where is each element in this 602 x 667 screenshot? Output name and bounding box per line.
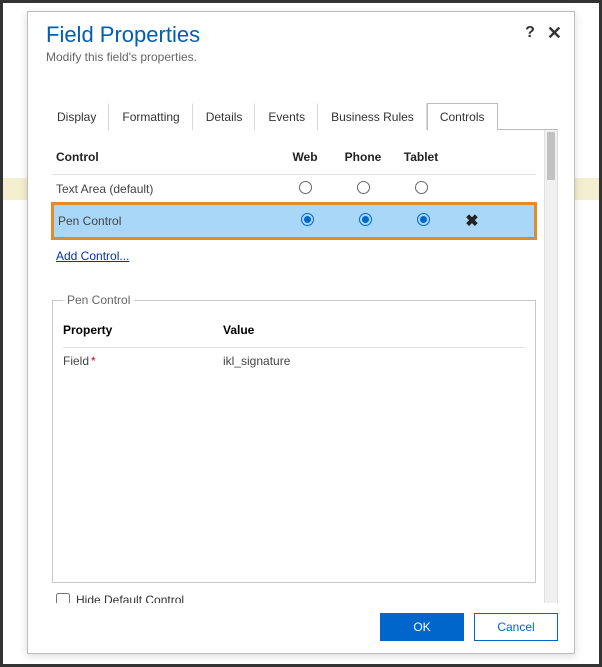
cancel-button[interactable]: Cancel (474, 613, 558, 641)
hide-default-checkbox[interactable] (56, 593, 70, 603)
control-name: Text Area (default) (56, 182, 276, 196)
property-table-header: Property Value (63, 319, 525, 347)
field-properties-dialog: Field Properties Modify this field's pro… (27, 11, 575, 654)
pen-control-legend: Pen Control (63, 293, 134, 307)
hide-default-control-option[interactable]: Hide Default Control (56, 593, 536, 603)
col-header-property: Property (63, 323, 223, 337)
property-value: ikl_signature (223, 354, 525, 368)
remove-control-icon[interactable]: ✖ (452, 211, 492, 231)
dialog-header: Field Properties Modify this field's pro… (28, 12, 574, 70)
radio-tablet-textarea[interactable] (415, 181, 428, 194)
col-header-control: Control (56, 150, 276, 164)
vertical-scrollbar[interactable] (544, 130, 558, 603)
property-row-field[interactable]: Field* ikl_signature (63, 347, 525, 374)
help-icon[interactable]: ? (525, 24, 535, 42)
add-control-link[interactable]: Add Control... (56, 249, 129, 263)
tab-events[interactable]: Events (255, 103, 318, 130)
control-row-text-area[interactable]: Text Area (default) (52, 174, 536, 203)
required-star-icon: * (91, 354, 96, 368)
tab-formatting[interactable]: Formatting (109, 103, 192, 130)
radio-web-pen[interactable] (301, 213, 314, 226)
dialog-title: Field Properties (46, 22, 558, 48)
radio-phone-pen[interactable] (359, 213, 372, 226)
controls-table: Control Web Phone Tablet Text Area (defa… (52, 144, 536, 240)
tab-content-controls: Control Web Phone Tablet Text Area (defa… (44, 130, 544, 603)
tab-controls[interactable]: Controls (427, 103, 498, 130)
controls-table-header: Control Web Phone Tablet (52, 144, 536, 174)
radio-web-textarea[interactable] (299, 181, 312, 194)
tab-display[interactable]: Display (44, 103, 109, 130)
property-label: Field (63, 354, 89, 368)
scroll-thumb[interactable] (547, 132, 555, 180)
col-header-value: Value (223, 323, 525, 337)
tab-strip: Display Formatting Details Events Busine… (44, 102, 558, 130)
property-name: Field* (63, 354, 223, 368)
dialog-footer: OK Cancel (28, 603, 574, 653)
tab-details[interactable]: Details (193, 103, 256, 130)
col-header-phone: Phone (334, 150, 392, 164)
radio-tablet-pen[interactable] (417, 213, 430, 226)
dialog-subtitle: Modify this field's properties. (46, 50, 558, 64)
col-header-tablet: Tablet (392, 150, 450, 164)
control-name: Pen Control (58, 214, 278, 228)
pen-control-fieldset: Pen Control Property Value Field* ikl_si… (52, 293, 536, 583)
control-row-pen-control[interactable]: Pen Control ✖ (51, 202, 537, 240)
col-header-web: Web (276, 150, 334, 164)
ok-button[interactable]: OK (380, 613, 464, 641)
close-icon[interactable]: ✕ (547, 24, 562, 42)
radio-phone-textarea[interactable] (357, 181, 370, 194)
hide-default-label: Hide Default Control (76, 593, 184, 603)
tab-business-rules[interactable]: Business Rules (318, 103, 427, 130)
